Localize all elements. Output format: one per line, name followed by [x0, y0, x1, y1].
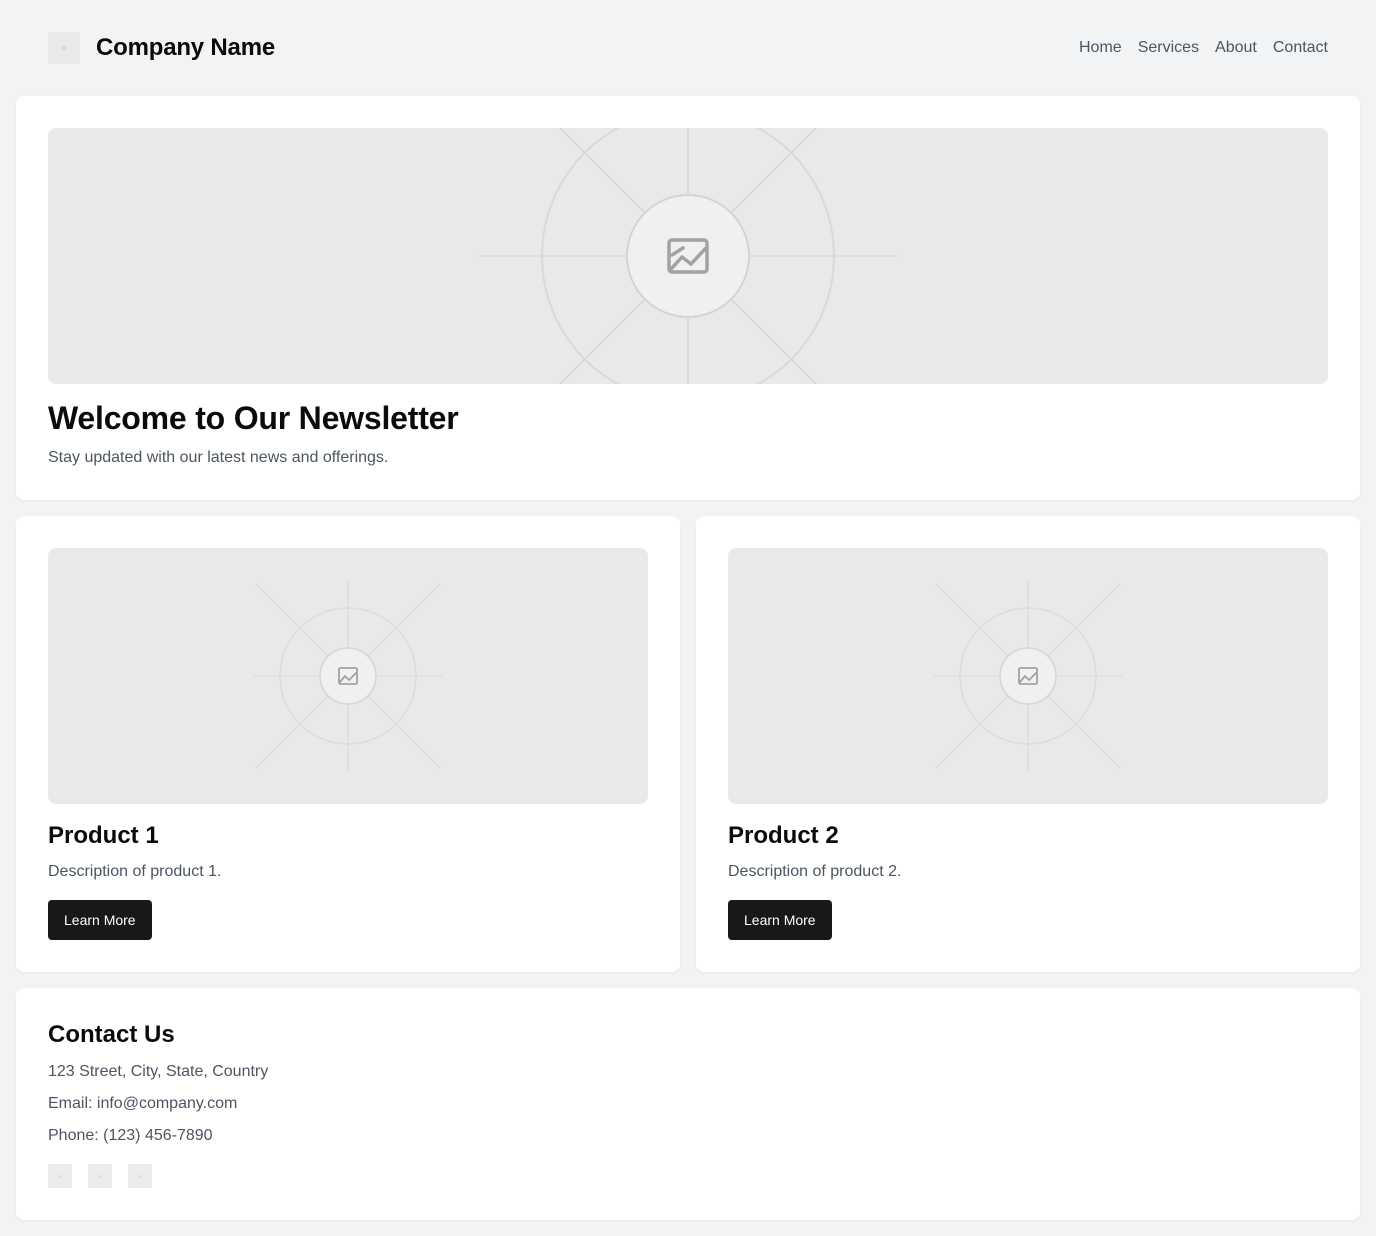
learn-more-button[interactable]: Learn More [728, 900, 832, 940]
social-icon[interactable] [128, 1164, 152, 1188]
social-icon[interactable] [48, 1164, 72, 1188]
product-image-placeholder [48, 548, 648, 804]
product-card: Product 2 Description of product 2. Lear… [696, 516, 1360, 972]
social-icon[interactable] [88, 1164, 112, 1188]
nav-contact[interactable]: Contact [1273, 39, 1328, 57]
main-nav: Home Services About Contact [1079, 39, 1328, 57]
contact-card: Contact Us 123 Street, City, State, Coun… [16, 988, 1360, 1220]
logo-icon [48, 32, 80, 64]
product-description: Description of product 2. [728, 863, 902, 880]
contact-address: 123 Street, City, State, Country [48, 1063, 269, 1080]
product-card: Product 1 Description of product 1. Lear… [16, 516, 680, 972]
image-placeholder-icon [253, 581, 443, 771]
site-header: Company Name Home Services About Contact [0, 0, 1376, 96]
learn-more-button[interactable]: Learn More [48, 900, 152, 940]
product-image-placeholder [728, 548, 1328, 804]
product-title: Product 2 [728, 822, 839, 849]
hero-image-placeholder [48, 128, 1328, 384]
products-row: Product 1 Description of product 1. Lear… [16, 516, 1360, 972]
product-title: Product 1 [48, 822, 159, 849]
contact-email: Email: info@company.com [48, 1095, 238, 1112]
hero-title: Welcome to Our Newsletter [48, 400, 459, 436]
image-placeholder-icon [933, 581, 1123, 771]
hero-card: Welcome to Our Newsletter Stay updated w… [16, 96, 1360, 500]
hero-subtitle: Stay updated with our latest news and of… [48, 449, 389, 466]
contact-phone: Phone: (123) 456-7890 [48, 1127, 213, 1144]
brand[interactable]: Company Name [48, 32, 275, 64]
nav-about[interactable]: About [1215, 39, 1257, 57]
nav-home[interactable]: Home [1079, 39, 1122, 57]
brand-name: Company Name [96, 34, 275, 61]
product-description: Description of product 1. [48, 863, 222, 880]
contact-title: Contact Us [48, 1021, 175, 1048]
nav-services[interactable]: Services [1138, 39, 1199, 57]
image-placeholder-icon [478, 128, 898, 384]
social-links [48, 1164, 1328, 1188]
